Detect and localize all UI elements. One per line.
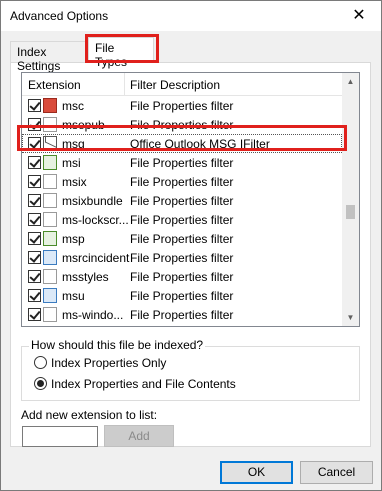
- radio-index-properties-only[interactable]: [34, 356, 47, 369]
- row-extension: ms-lockscr...: [62, 213, 129, 227]
- radio-index-properties-and-contents[interactable]: [34, 377, 47, 390]
- scroll-down-arrow-icon[interactable]: ▼: [342, 309, 359, 326]
- app-icon: [43, 288, 57, 303]
- installer-icon: [43, 231, 57, 246]
- row-checkbox[interactable]: [28, 251, 41, 264]
- installer-icon: [43, 155, 57, 170]
- file-types-list[interactable]: Extension Filter Description msc File Pro…: [21, 72, 360, 327]
- blank-file-icon: [43, 174, 57, 189]
- column-header-extension[interactable]: Extension: [28, 78, 81, 92]
- blank-file-icon: [43, 212, 57, 227]
- row-filter-description: File Properties filter: [130, 175, 234, 189]
- row-checkbox[interactable]: [28, 232, 41, 245]
- add-button[interactable]: Add: [104, 425, 174, 447]
- blank-file-icon: [43, 326, 57, 327]
- row-filter-description: File Properties filter: [130, 270, 234, 284]
- index-method-group: [21, 346, 360, 401]
- row-extension: msi: [62, 156, 81, 170]
- blue-app-icon: [43, 250, 57, 265]
- list-header: Extension Filter Description: [22, 73, 342, 96]
- row-highlight-box: [17, 125, 347, 151]
- table-row[interactable]: msc File Properties filter: [22, 96, 342, 115]
- index-method-group-title: How should this file be indexed?: [29, 338, 206, 352]
- row-checkbox[interactable]: [28, 289, 41, 302]
- tab-highlight-box: [85, 34, 159, 63]
- row-filter-description: File Properties filter: [130, 308, 234, 322]
- gear-file-icon: [43, 307, 57, 322]
- vertical-scrollbar[interactable]: ▲ ▼: [342, 73, 359, 326]
- table-row[interactable]: ms-windo... File Properties filter: [22, 305, 342, 324]
- row-checkbox[interactable]: [28, 156, 41, 169]
- row-extension: msc: [62, 99, 84, 113]
- column-divider[interactable]: [124, 73, 125, 96]
- row-checkbox[interactable]: [28, 308, 41, 321]
- row-filter-description: File Properties filter: [130, 251, 234, 265]
- table-row[interactable]: msi File Properties filter: [22, 153, 342, 172]
- row-checkbox[interactable]: [28, 213, 41, 226]
- column-header-filter-description[interactable]: Filter Description: [130, 78, 220, 92]
- row-filter-description: File Properties filter: [130, 194, 234, 208]
- row-extension: msu: [62, 289, 85, 303]
- add-extension-label: Add new extension to list:: [21, 408, 158, 422]
- scroll-up-arrow-icon[interactable]: ▲: [342, 73, 359, 90]
- row-extension: msstyles: [62, 270, 109, 284]
- table-row[interactable]: msrcincident File Properties filter: [22, 248, 342, 267]
- title-bar: Advanced Options ✕: [1, 1, 381, 31]
- row-filter-description: File Properties filter: [130, 213, 234, 227]
- radio-label-properties-and-contents[interactable]: Index Properties and File Contents: [51, 377, 236, 391]
- ok-button[interactable]: OK: [220, 461, 293, 484]
- row-extension: msrcincident: [62, 251, 130, 265]
- table-row[interactable]: msix File Properties filter: [22, 172, 342, 191]
- table-row[interactable]: msixbundle File Properties filter: [22, 191, 342, 210]
- table-row[interactable]: msu File Properties filter: [22, 286, 342, 305]
- row-checkbox[interactable]: [28, 270, 41, 283]
- tab-index-settings[interactable]: Index Settings: [10, 41, 87, 73]
- row-checkbox[interactable]: [28, 99, 41, 112]
- row-filter-description: File Properties filter: [130, 232, 234, 246]
- table-row[interactable]: msstyles File Properties filter: [22, 267, 342, 286]
- radio-label-properties-only[interactable]: Index Properties Only: [51, 356, 166, 370]
- close-icon[interactable]: ✕: [347, 4, 371, 28]
- row-extension: msp: [62, 232, 85, 246]
- blank-file-icon: [43, 269, 57, 284]
- row-extension: msix: [62, 175, 87, 189]
- row-filter-description: File Properties filter: [130, 289, 234, 303]
- table-row[interactable]: ms-lockscr... File Properties filter: [22, 210, 342, 229]
- row-extension: ms-windo...: [62, 308, 124, 322]
- red-app-icon: [43, 98, 57, 113]
- cancel-button[interactable]: Cancel: [300, 461, 373, 484]
- row-extension: msixbundle: [62, 194, 123, 208]
- row-filter-description: File Properties filter: [130, 156, 234, 170]
- table-row[interactable]: msp File Properties filter: [22, 229, 342, 248]
- row-filter-description: File Properties filter: [130, 99, 234, 113]
- blank-file-icon: [43, 193, 57, 208]
- row-checkbox[interactable]: [28, 194, 41, 207]
- table-row[interactable]: MSWMMFile Properties filter: [22, 324, 342, 327]
- scroll-thumb[interactable]: [346, 205, 355, 219]
- row-checkbox[interactable]: [28, 175, 41, 188]
- window-title: Advanced Options: [10, 9, 109, 23]
- add-extension-input[interactable]: [22, 426, 98, 447]
